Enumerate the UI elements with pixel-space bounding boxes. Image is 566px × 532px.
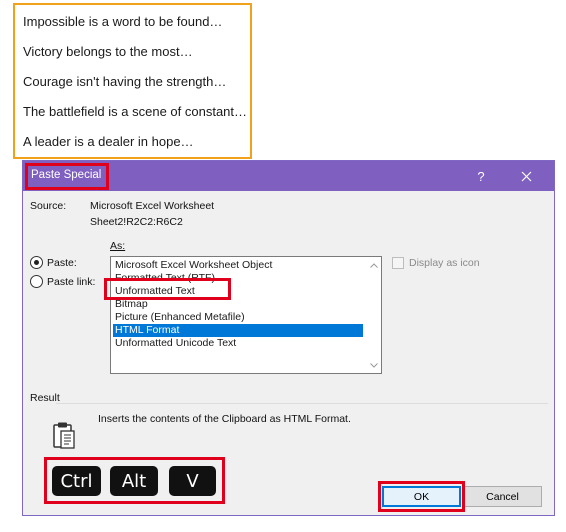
as-label: As:	[110, 240, 126, 252]
list-item-selected[interactable]: HTML Format	[113, 324, 363, 337]
paste-link-radio[interactable]	[30, 275, 43, 288]
format-listbox[interactable]: Microsoft Excel Worksheet Object Formatt…	[110, 256, 382, 374]
paste-label[interactable]: Paste:	[47, 257, 77, 269]
result-divider	[56, 403, 548, 404]
unformatted-text-highlight-box	[104, 278, 231, 300]
quote-item: The battlefield is a scene of constant…	[23, 104, 248, 119]
scroll-down-button[interactable]	[366, 358, 381, 372]
alt-key: Alt	[110, 466, 158, 496]
list-item[interactable]: Picture (Enhanced Metafile)	[113, 311, 363, 324]
quote-item: Courage isn't having the strength…	[23, 74, 227, 89]
v-key: V	[169, 466, 216, 496]
ok-highlight-box	[378, 481, 465, 512]
clipboard-icon	[53, 422, 75, 449]
list-scrollbar[interactable]	[366, 257, 381, 373]
chevron-down-icon	[369, 362, 378, 368]
source-label: Source:	[30, 200, 67, 212]
chevron-up-icon	[369, 262, 378, 268]
list-item[interactable]: Microsoft Excel Worksheet Object	[113, 259, 363, 272]
quote-item: Victory belongs to the most…	[23, 44, 193, 59]
quote-list: Impossible is a word to be found… Victor…	[13, 3, 252, 159]
cancel-button[interactable]: Cancel	[463, 486, 542, 507]
quote-item: A leader is a dealer in hope…	[23, 134, 194, 149]
paste-link-label[interactable]: Paste link:	[47, 276, 95, 288]
help-button[interactable]: ?	[466, 161, 496, 191]
display-as-icon-label[interactable]: Display as icon	[409, 257, 480, 269]
scroll-up-button[interactable]	[366, 258, 381, 272]
result-text: Inserts the contents of the Clipboard as…	[98, 413, 351, 425]
paste-radio[interactable]	[30, 256, 43, 269]
ctrl-key: Ctrl	[52, 466, 101, 496]
close-button[interactable]	[511, 161, 541, 191]
close-icon	[521, 171, 531, 181]
title-highlight-box	[25, 163, 109, 190]
source-range: Sheet2!R2C2:R6C2	[90, 216, 183, 228]
title-bar[interactable]: Paste Special ?	[23, 161, 554, 191]
quote-item: Impossible is a word to be found…	[23, 14, 223, 29]
display-as-icon-checkbox[interactable]	[392, 257, 404, 269]
source-name: Microsoft Excel Worksheet	[90, 200, 215, 212]
list-item[interactable]: Unformatted Unicode Text	[113, 337, 363, 350]
paste-special-dialog: Paste Special ? Source: Microsoft Excel …	[22, 160, 555, 516]
